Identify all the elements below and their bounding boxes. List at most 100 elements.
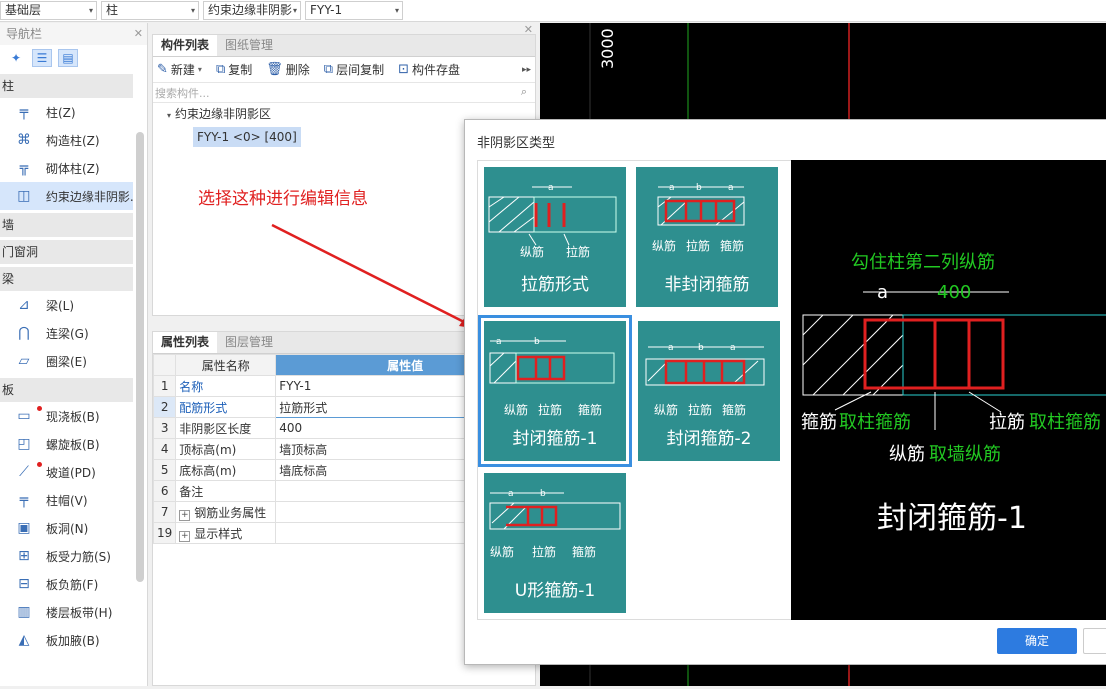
row-num: 7	[152, 501, 177, 523]
nav-scrollbar[interactable]	[136, 132, 144, 582]
property-key-group[interactable]: + 钢筋业务属性	[175, 501, 277, 523]
nav-item-zhu[interactable]: ╤ 柱(Z)	[0, 98, 133, 126]
slab-band-icon: ▥	[17, 604, 31, 620]
label-gujin: 箍筋	[720, 239, 745, 253]
row-num: 3	[152, 417, 177, 439]
nav-item-loucengbandai[interactable]: ▥ 楼层板带(H)	[0, 598, 133, 626]
category-dropdown[interactable]: 柱 ▾	[101, 1, 199, 20]
preview-dim-a: a	[877, 282, 888, 303]
delete-button[interactable]: 🗑 删除	[266, 61, 310, 78]
property-key-group[interactable]: + 显示样式	[175, 522, 277, 544]
new-button[interactable]: ✎ 新建 ▾	[157, 61, 202, 78]
preview-label-gujin: 箍筋	[801, 412, 837, 433]
type-card-closed-1[interactable]: a b 纵筋 拉筋 箍筋 封闭箍筋-1	[478, 315, 632, 467]
nav-item-luoxuanban[interactable]: ◰ 螺旋板(B)	[0, 430, 133, 458]
property-key: 非阴影区长度	[175, 417, 277, 439]
floor-dropdown[interactable]: 基础层 ▾	[0, 1, 97, 20]
slab-hole-icon: ▣	[17, 520, 31, 536]
dim-a: a	[730, 343, 736, 353]
row-num: 19	[152, 522, 177, 544]
delete-label: 删除	[285, 63, 310, 77]
expand-icon[interactable]: +	[179, 509, 191, 521]
nav-item-qitizhu[interactable]: ╦ 砌体柱(Z)	[0, 154, 133, 182]
tree-child-selected[interactable]: FYY-1 <0> [400]	[193, 127, 301, 147]
row-num: 2	[152, 396, 177, 418]
expand-icon[interactable]: +	[179, 530, 191, 542]
type-card-lajin[interactable]: a 纵筋 拉筋 拉筋形式	[484, 167, 626, 307]
preview-label-zongjin-take: 取墙纵筋	[929, 444, 1001, 465]
dialog-title: 非阴影区类型	[477, 136, 556, 151]
preview-top-note: 勾住柱第二列纵筋	[851, 252, 995, 273]
nav-item-liang[interactable]: ⊿ 梁(L)	[0, 291, 133, 319]
ring-beam-icon: ▱	[18, 353, 30, 369]
nav-item-quanliang[interactable]: ▱ 圈梁(E)	[0, 347, 133, 375]
search-input[interactable]: 搜索构件... ⌕	[153, 83, 535, 103]
category-dropdown-value: 柱	[106, 3, 119, 17]
search-icon[interactable]: ⌕	[521, 85, 527, 99]
category-qiang[interactable]: 墙	[0, 213, 133, 237]
property-key: 顶标高(m)	[175, 438, 277, 460]
nav-item-label: 柱(Z)	[46, 105, 76, 120]
card-caption: 拉筋形式	[521, 275, 589, 295]
dim-b: b	[698, 343, 704, 353]
type-card-u-1[interactable]: a b 纵筋 拉筋 箍筋 U形箍筋-1	[484, 473, 626, 613]
nav-item-gouzaozhu[interactable]: ⌘ 构造柱(Z)	[0, 126, 133, 154]
type-card-closed-2[interactable]: a b a 纵筋 拉筋 箍筋 封闭箍筋-2	[638, 321, 780, 461]
save-label: 构件存盘	[412, 63, 461, 77]
category-zhu[interactable]: 柱	[0, 74, 133, 98]
dim-a: a	[496, 337, 502, 347]
more-icon[interactable]: ▸▸	[522, 65, 531, 75]
save-component-button[interactable]: ⊡ 构件存盘	[398, 61, 460, 78]
nav-item-label: 螺旋板(B)	[46, 437, 100, 452]
nav-title: 导航栏	[0, 23, 147, 45]
component-dropdown[interactable]: FYY-1 ▾	[305, 1, 403, 20]
nav-toolbar: ✦ ☰ ▤	[0, 45, 147, 71]
nav-item-label: 砌体柱(Z)	[46, 161, 100, 176]
nav-item-banshouli[interactable]: ⊞ 板受力筋(S)	[0, 542, 133, 570]
nav-item-feiyinying[interactable]: ◫ 约束边缘非阴影.	[0, 182, 133, 210]
ok-button[interactable]: 确定	[997, 628, 1077, 654]
slab-rebar-icon: ⊞	[18, 548, 30, 564]
chevron-down-icon: ▾	[88, 6, 93, 15]
copy-button[interactable]: ⧉ 复制	[216, 61, 252, 78]
tab-component-list[interactable]: 构件列表	[153, 35, 218, 56]
nav-item-banfujin[interactable]: ⊟ 板负筋(F)	[0, 570, 133, 598]
detail-view-icon[interactable]: ▤	[58, 49, 78, 67]
category-menchuang[interactable]: 门窗洞	[0, 240, 133, 264]
nav-item-lianliang[interactable]: ⋂ 连梁(G)	[0, 319, 133, 347]
dim-a: a	[728, 183, 734, 193]
label-lajin: 拉筋	[532, 545, 557, 559]
label-zongjin: 纵筋	[490, 545, 515, 559]
pin-icon[interactable]: ✦	[6, 49, 26, 67]
chevron-down-icon: ▾	[292, 6, 297, 15]
card-caption: 封闭箍筋-1	[512, 429, 598, 449]
close-icon[interactable]: ✕	[524, 23, 533, 36]
type-dropdown[interactable]: 约束边缘非阴影 ▾	[203, 1, 301, 20]
nav-item-banjiaye[interactable]: ◭ 板加腋(B)	[0, 626, 133, 654]
close-icon[interactable]: ✕	[134, 27, 143, 40]
nav-item-zhumao[interactable]: ╤ 柱帽(V)	[0, 486, 133, 514]
group-label: 钢筋业务属性	[194, 505, 267, 520]
tab-drawing-manage[interactable]: 图纸管理	[217, 35, 281, 56]
nav-item-bandong[interactable]: ▣ 板洞(N)	[0, 514, 133, 542]
group-label: 显示样式	[194, 526, 243, 541]
label-lajin: 拉筋	[566, 245, 591, 259]
nav-item-podao[interactable]: ⟋ 坡道(PD)	[0, 458, 133, 486]
category-liang[interactable]: 梁	[0, 267, 133, 291]
type-grid: a 纵筋 拉筋 拉筋形式 a b a 纵筋 拉筋 箍筋 非封闭箍筋 a b 纵筋 拉…	[477, 160, 795, 620]
chevron-down-icon: ▾	[197, 65, 202, 74]
tree-expand-icon[interactable]: ▾	[167, 111, 171, 120]
preview-label-gujin-take: 取柱箍筋	[839, 412, 911, 433]
list-view-icon[interactable]: ☰	[32, 49, 52, 67]
tab-property-list[interactable]: 属性列表	[153, 332, 218, 353]
type-card-nonclosed[interactable]: a b a 纵筋 拉筋 箍筋 非封闭箍筋	[636, 167, 778, 307]
chevron-down-icon: ▾	[190, 6, 195, 15]
new-icon: ✎	[157, 62, 168, 77]
cancel-button[interactable]	[1083, 628, 1106, 654]
nav-item-label: 楼层板带(H)	[46, 605, 113, 620]
category-ban[interactable]: 板	[0, 378, 133, 402]
preview-title: 封闭箍筋-1	[877, 501, 1027, 536]
row-num: 4	[152, 438, 177, 460]
floor-copy-button[interactable]: ⧉ 层间复制	[324, 61, 384, 78]
nav-item-xianjiaoban[interactable]: ▭ 现浇板(B)	[0, 402, 133, 430]
